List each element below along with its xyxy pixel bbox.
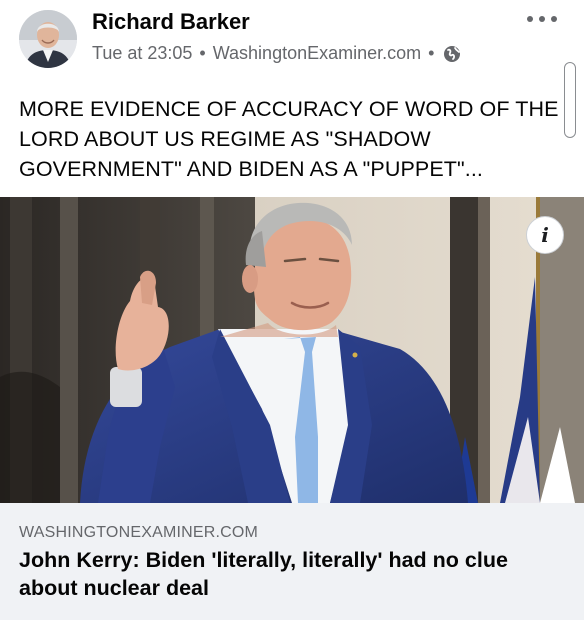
info-button[interactable]: i xyxy=(526,216,564,254)
avatar-image xyxy=(19,10,77,68)
author-name[interactable]: Richard Barker xyxy=(92,9,250,35)
post-text: MORE EVIDENCE OF ACCURACY OF WORD OF THE… xyxy=(19,97,559,181)
link-preview-card[interactable]: WASHINGTONEXAMINER.COM John Kerry: Biden… xyxy=(0,503,584,620)
dot xyxy=(551,16,557,22)
author-avatar[interactable] xyxy=(19,10,77,68)
more-options-icon[interactable] xyxy=(527,9,557,29)
dot xyxy=(527,16,533,22)
link-domain: WASHINGTONEXAMINER.COM xyxy=(19,524,259,541)
link-preview-image[interactable] xyxy=(0,197,584,503)
kerry-photo xyxy=(0,197,584,503)
meta-separator: • xyxy=(199,43,206,63)
globe-icon xyxy=(444,45,461,62)
post-footer-spacer xyxy=(0,620,584,628)
link-headline[interactable]: John Kerry: Biden 'literally, literally'… xyxy=(19,546,549,602)
post-timestamp[interactable]: Tue at 23:05 xyxy=(92,43,192,64)
post-meta: Tue at 23:05 • WashingtonExaminer.com • xyxy=(92,43,461,64)
scrollbar[interactable] xyxy=(564,62,576,138)
facebook-post: Richard Barker Tue at 23:05 • Washington… xyxy=(0,0,584,628)
dot xyxy=(539,16,545,22)
post-source[interactable]: WashingtonExaminer.com xyxy=(213,43,421,64)
post-header: Richard Barker Tue at 23:05 • Washington… xyxy=(0,0,584,82)
meta-separator-2: • xyxy=(428,43,435,63)
